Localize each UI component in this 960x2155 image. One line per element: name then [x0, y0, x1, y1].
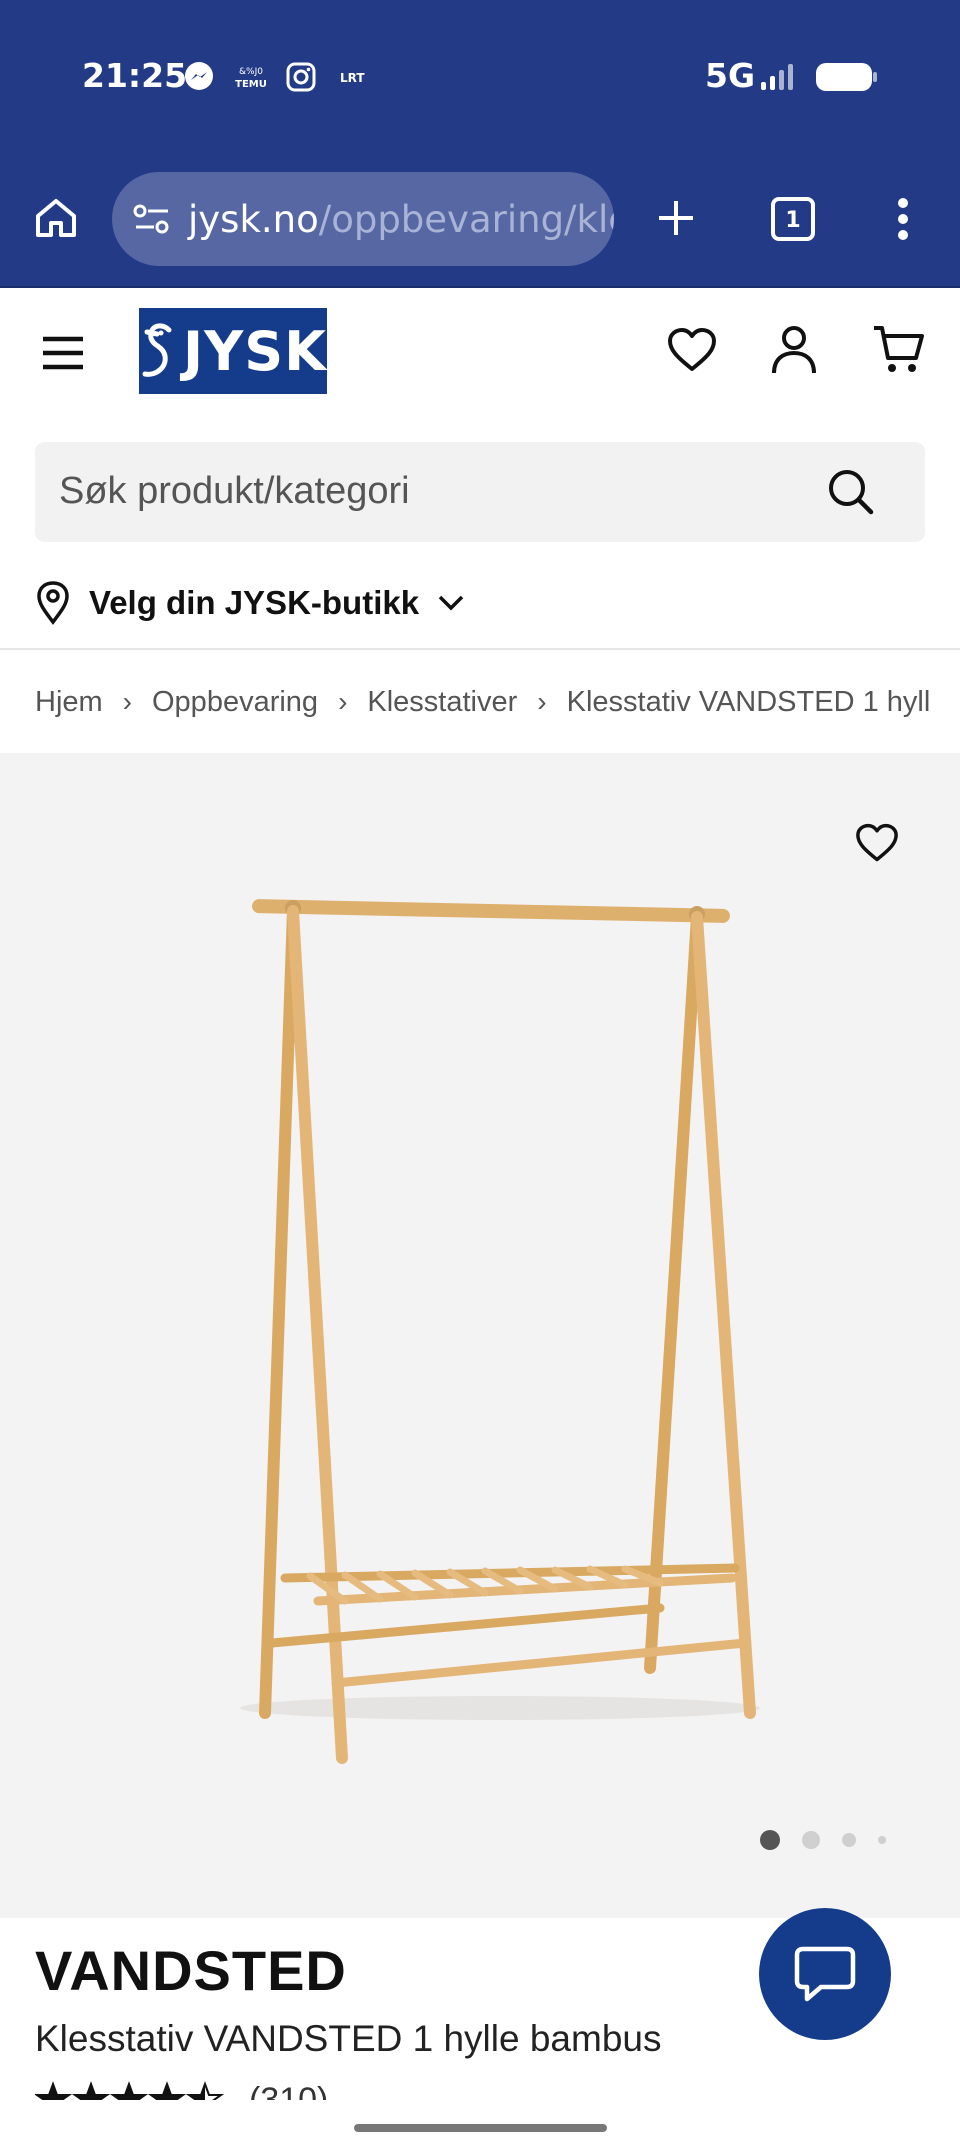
store-selector-label: Velg din JYSK-butikk [89, 584, 420, 621]
site-settings-icon[interactable] [132, 202, 172, 236]
breadcrumb-separator: › [338, 686, 348, 717]
address-bar[interactable]: jysk.no/oppbevaring/kles [112, 172, 614, 266]
product-brand: VANDSTED [35, 1939, 347, 2002]
chat-bubble-icon [794, 1946, 856, 2002]
browser-menu-button[interactable] [888, 190, 918, 248]
gallery-pagination [760, 1830, 908, 1850]
product-name: Klesstativ VANDSTED 1 hylle bambus [35, 2018, 662, 2059]
tab-switcher-button[interactable]: 1 [768, 194, 818, 244]
url-text: jysk.no/oppbevaring/kles [188, 198, 614, 241]
jysk-logo[interactable]: JYSK [139, 308, 327, 394]
gallery-dot-4[interactable] [878, 1836, 886, 1844]
url-path: /oppbevaring/kles [318, 197, 614, 241]
chevron-down-icon [438, 595, 464, 611]
svg-text:&%J0: &%J0 [239, 67, 263, 77]
gallery-dot-3[interactable] [842, 1833, 856, 1847]
tab-count: 1 [785, 208, 800, 233]
signal-icon [760, 60, 796, 94]
messenger-icon [183, 60, 215, 94]
temu-icon: &%J0 TEMU [232, 60, 270, 94]
status-bar: 21:25 &%J0 TEMU LRT 5G [0, 0, 960, 160]
logo-text: JYSK [183, 319, 327, 383]
location-pin-icon [37, 581, 69, 625]
instagram-icon [285, 60, 317, 94]
search-input[interactable]: Søk produkt/kategori [35, 442, 925, 542]
search-placeholder: Søk produkt/kategori [59, 470, 410, 512]
store-selector[interactable]: Velg din JYSK-butikk [35, 578, 465, 628]
product-image-gallery[interactable] [0, 753, 960, 1918]
network-type: 5G [705, 56, 756, 95]
status-time: 21:25 [82, 56, 188, 95]
hamburger-menu-icon[interactable] [38, 330, 88, 376]
new-tab-button[interactable] [650, 192, 702, 244]
cart-icon[interactable] [870, 322, 928, 378]
home-indicator[interactable] [354, 2124, 607, 2132]
product-image-clothes-rack [240, 899, 760, 1764]
wishlist-heart-icon[interactable] [664, 322, 720, 378]
breadcrumb: Hjem › Oppbevaring › Klesstativer › Kles… [35, 680, 930, 724]
breadcrumb-item-home[interactable]: Hjem [35, 686, 103, 719]
lrt-label: LRT [340, 71, 365, 85]
svg-text:TEMU: TEMU [235, 79, 267, 90]
goose-icon [142, 323, 172, 377]
lrt-icon: LRT [340, 60, 370, 94]
gallery-dot-1[interactable] [760, 1830, 780, 1850]
url-host: jysk.no [188, 197, 319, 241]
header-divider [0, 648, 960, 650]
gallery-dot-2[interactable] [802, 1831, 820, 1849]
browser-home-button[interactable] [30, 190, 82, 246]
product-wishlist-heart-icon[interactable] [855, 823, 899, 868]
breadcrumb-separator: › [122, 686, 132, 717]
chat-button[interactable] [759, 1908, 891, 2040]
battery-icon [815, 60, 879, 94]
breadcrumb-separator: › [537, 686, 547, 717]
account-user-icon[interactable] [766, 322, 822, 378]
breadcrumb-item-current: Klesstativ VANDSTED 1 hyll [566, 685, 931, 718]
breadcrumb-item-oppbevaring[interactable]: Oppbevaring [152, 686, 318, 719]
search-icon[interactable] [827, 468, 875, 521]
breadcrumb-item-klesstativer[interactable]: Klesstativer [367, 686, 517, 719]
